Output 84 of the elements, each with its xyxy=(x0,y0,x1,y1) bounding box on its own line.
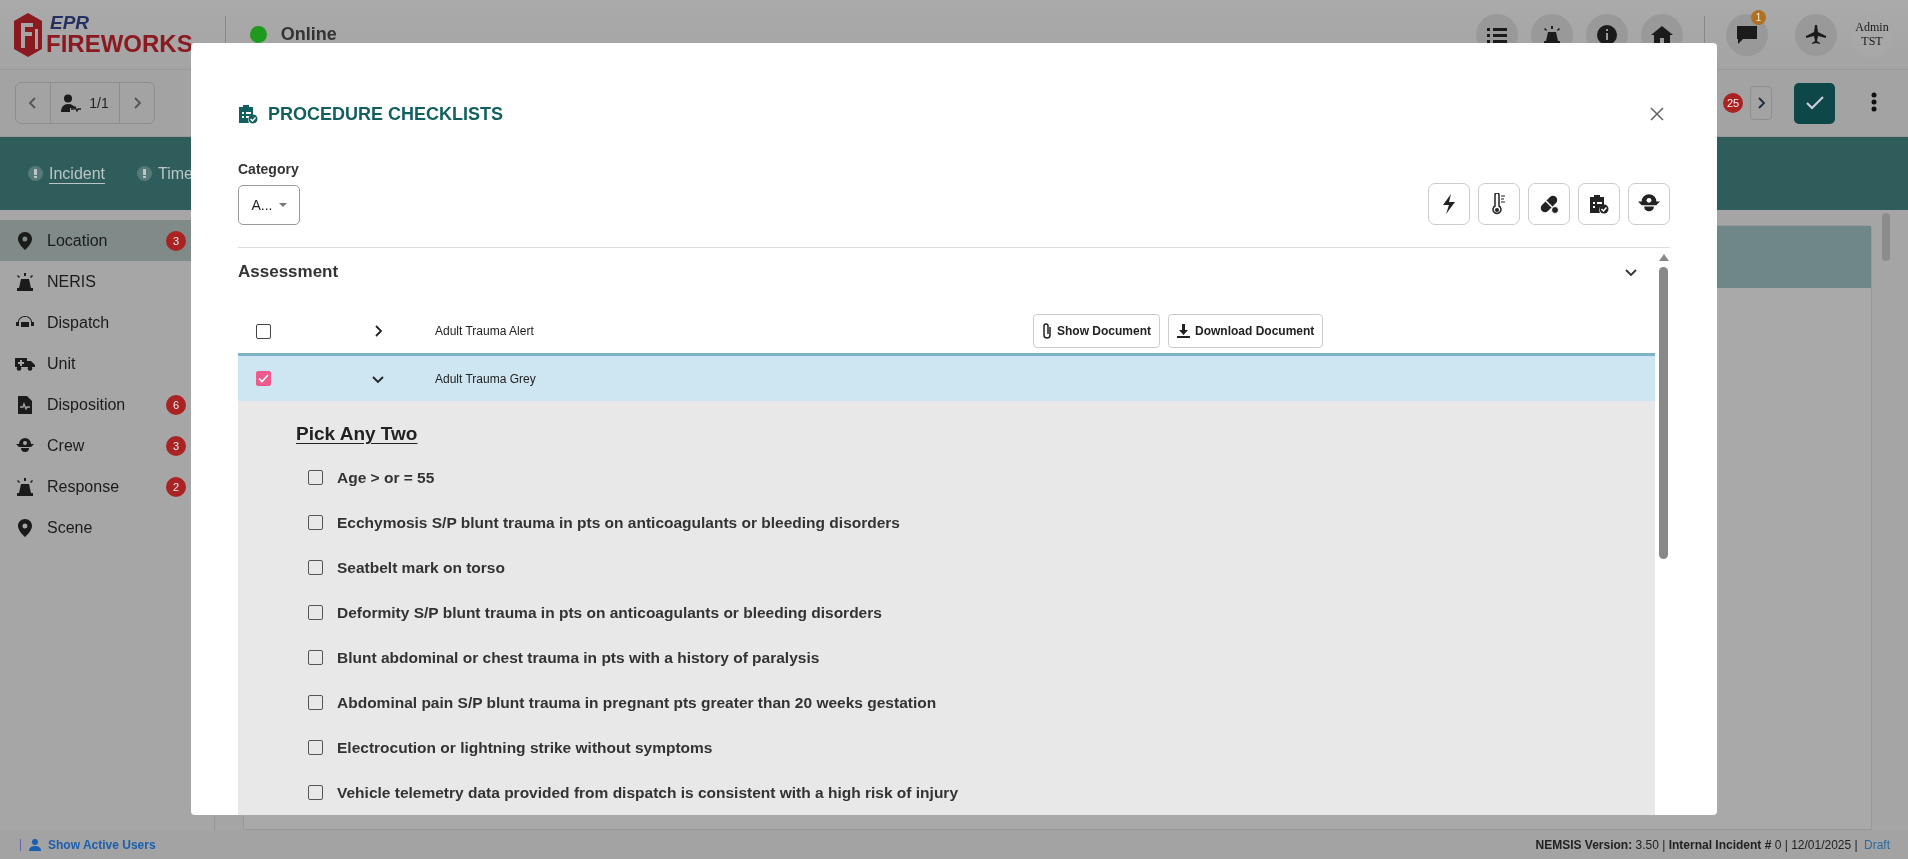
checklist-item: Ecchymosis S/P blunt trauma in pts on anticoagulants or bleeding disorders xyxy=(337,513,900,532)
record-counter: 1/1 xyxy=(89,95,109,111)
checklist-item: Vehicle telemetry data provided from dispatch is consistent with a high risk of injury xyxy=(337,783,958,802)
helmet-button[interactable] xyxy=(1628,183,1670,225)
checklist-item: Seatbelt mark on torso xyxy=(337,558,505,577)
pill-button[interactable] xyxy=(1528,183,1570,225)
status-info: NEMSIS Version: 3.50 | Internal Incident # 0 | 12/01/2025 | Draft xyxy=(1535,837,1890,852)
next-button[interactable] xyxy=(1750,86,1772,120)
logo-text: FIREWORKS xyxy=(46,32,193,56)
clipboard-check-icon xyxy=(238,104,258,124)
checkbox[interactable] xyxy=(308,740,323,755)
selected-row[interactable]: Adult Trauma Grey xyxy=(238,353,1655,401)
kebab-menu-icon xyxy=(1871,91,1877,112)
count-badge: 2 xyxy=(166,476,186,497)
pill-icon xyxy=(1539,194,1559,214)
notification-badge: 1 xyxy=(1751,9,1766,25)
checkbox[interactable] xyxy=(308,695,323,710)
checkbox[interactable] xyxy=(308,785,323,800)
checkbox[interactable] xyxy=(256,371,271,386)
patient-icon xyxy=(61,94,82,112)
confirm-button[interactable] xyxy=(1794,82,1835,124)
ambulance-icon xyxy=(15,356,35,371)
dropdown-caret-icon xyxy=(278,203,287,207)
online-status-dot xyxy=(249,26,267,43)
checkbox[interactable] xyxy=(308,470,323,485)
messages-button[interactable]: 1 xyxy=(1726,13,1768,56)
download-icon xyxy=(1177,324,1190,338)
download-document-button[interactable]: Download Document xyxy=(1168,314,1324,348)
checkbox[interactable] xyxy=(308,560,323,575)
lightning-button[interactable] xyxy=(1428,183,1470,225)
checklist-item: Blunt abdominal or chest trauma in pts with a history of paralysis xyxy=(337,648,820,667)
map-pin-icon xyxy=(18,231,32,250)
check-icon xyxy=(1805,96,1824,110)
field-label: Category xyxy=(238,161,300,177)
lightning-icon xyxy=(1442,194,1456,214)
checklist-item: Age > or = 55 xyxy=(337,468,435,487)
section-title: Assessment xyxy=(238,261,339,282)
connection-status: Online xyxy=(280,24,337,45)
close-button[interactable] xyxy=(1650,107,1664,121)
modal-title: PROCEDURE CHECKLISTS xyxy=(268,103,504,125)
checkbox[interactable] xyxy=(256,323,271,339)
sidebar-item[interactable]: Scene xyxy=(0,507,214,548)
checkbox[interactable] xyxy=(308,650,323,665)
siren-icon xyxy=(16,477,34,496)
scrollbar-thumb[interactable] xyxy=(1882,213,1890,261)
count-badge: 6 xyxy=(166,394,186,415)
warning-icon xyxy=(137,166,153,181)
logo-icon xyxy=(14,12,42,57)
close-icon xyxy=(1650,107,1664,121)
checklist-item: Electrocution or lightning strike without symptoms xyxy=(337,738,713,757)
airplane-icon xyxy=(1806,24,1826,45)
document-icon xyxy=(18,395,32,414)
clipboard-check-icon xyxy=(1589,194,1609,214)
sidebar-item[interactable]: Dispatch xyxy=(0,302,214,343)
count-badge: 3 xyxy=(166,230,186,251)
info-icon xyxy=(1597,24,1617,45)
home-icon xyxy=(1651,25,1673,44)
count-badge: 3 xyxy=(166,435,186,456)
thermometer-button[interactable] xyxy=(1478,183,1520,225)
category-dropdown[interactable]: A... xyxy=(238,185,300,225)
chat-icon xyxy=(1737,25,1757,44)
warning-icon xyxy=(28,166,43,181)
checklist-item: Abdominal pain S/P blunt trauma in pregnant pts greater than 20 weeks gestation xyxy=(337,693,937,712)
logo-text: EPR xyxy=(49,13,91,32)
sidebar-item[interactable]: NERIS xyxy=(0,261,214,302)
helmet-icon xyxy=(16,436,34,455)
siren-icon xyxy=(16,272,34,291)
checkbox[interactable] xyxy=(308,515,323,530)
siren-icon xyxy=(1543,25,1561,44)
show-document-button[interactable]: Show Document xyxy=(1033,314,1160,348)
list-icon xyxy=(1487,26,1507,43)
map-pin-icon xyxy=(18,518,32,537)
paperclip-icon xyxy=(1042,322,1052,340)
tab[interactable]: Incident xyxy=(28,160,106,187)
checklist-item: Deformity S/P blunt trauma in pts on anticoagulants or bleeding disorders xyxy=(337,603,882,622)
airplane-mode-button[interactable] xyxy=(1795,13,1837,56)
checklist-name: Adult Trauma Alert xyxy=(435,324,535,338)
user-icon xyxy=(29,838,41,851)
checklist-name: Adult Trauma Grey xyxy=(435,371,537,386)
alert-count-badge: 25 xyxy=(1723,93,1743,113)
checklist-heading: Pick Any Two xyxy=(296,423,419,445)
thermometer-icon xyxy=(1492,193,1506,215)
clipboard-check-button[interactable] xyxy=(1578,183,1620,225)
checkbox[interactable] xyxy=(308,605,323,620)
